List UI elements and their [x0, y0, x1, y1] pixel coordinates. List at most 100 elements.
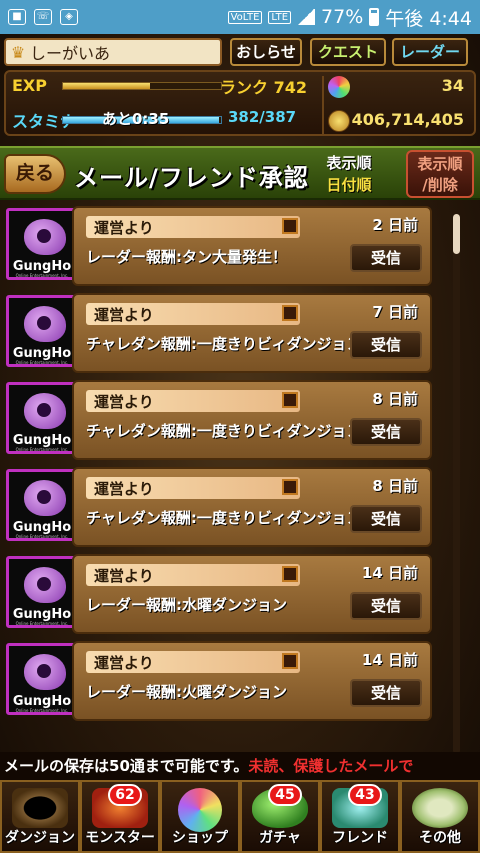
mail-subject: チャレダン報酬:一度きりビィダンジョン [86, 335, 362, 353]
rank-value: ランク 742 [220, 78, 307, 97]
blob-eye [37, 316, 51, 330]
magic-stone-icon [328, 76, 350, 98]
other-menu-icon [412, 788, 468, 828]
radar-button[interactable]: レーダー [392, 38, 468, 66]
sort-delete-line2: /削除 [422, 176, 458, 194]
avatar-brand: GungHo [12, 607, 72, 622]
mail-sender: 運営より [94, 567, 154, 585]
game-screen: ♛ しーがいあ おしらせ クエスト レーダー EXP ランク 742 スタミナ … [0, 34, 480, 853]
receive-button[interactable]: 受信 [350, 331, 422, 359]
mail-subject: レーダー報酬:火曜ダンジョン [86, 683, 287, 701]
clock: 午後 4:44 [385, 7, 472, 30]
nav-monster[interactable]: 62 モンスター [80, 780, 160, 853]
mail-item[interactable]: GungHo Online Entertainment, Inc. 運営より 8 … [6, 380, 436, 460]
sender-box: 運営より [86, 564, 300, 586]
sender-box: 運営より [86, 477, 300, 499]
mail-plate: 運営より 8 日前 チャレダン報酬:一度きりビィダンジョン 受信 [72, 467, 432, 547]
stamina-timer: あと0:35 [102, 110, 170, 128]
mail-item[interactable]: GungHo Online Entertainment, Inc. 運営より 14… [6, 554, 436, 634]
ticker-warning: 未読、保護したメールで [248, 757, 414, 775]
notice-ticker: メールの保存は50通まで可能です。未読、保護したメールで [0, 752, 480, 780]
receive-button[interactable]: 受信 [350, 244, 422, 272]
receive-button[interactable]: 受信 [350, 418, 422, 446]
stamina-value: 382/387 [228, 108, 297, 126]
stats-divider [322, 76, 324, 134]
mail-subject: レーダー報酬:水曜ダンジョン [86, 596, 287, 614]
mail-box-icon [282, 392, 298, 408]
player-name: しーがいあ [30, 44, 111, 63]
mail-sender: 運営より [94, 306, 154, 324]
nav-label: ダンジョン [5, 830, 75, 846]
title-bar: 戻る メール/フレンド承認 表示順 日付順 表示順 /削除 [0, 146, 480, 200]
magic-stone-count: 34 [441, 76, 464, 95]
shield-icon: ◈ [60, 9, 78, 25]
sender-box: 運営より [86, 390, 300, 412]
receive-button[interactable]: 受信 [350, 592, 422, 620]
exp-bar-fill [63, 83, 150, 89]
sender-avatar: GungHo Online Entertainment, Inc. [6, 556, 78, 628]
back-button[interactable]: 戻る [4, 154, 66, 194]
notification-icon: ■ [8, 9, 26, 25]
signal-icon [297, 9, 316, 25]
sort-order-display: 表示順 日付順 [318, 152, 380, 196]
mail-item[interactable]: GungHo Online Entertainment, Inc. 運営より 8 … [6, 467, 436, 547]
mail-age: 14 日前 [361, 651, 418, 669]
blob-eye [37, 664, 51, 678]
battery-icon [369, 8, 380, 26]
mail-item[interactable]: GungHo Online Entertainment, Inc. 運営より 7 … [6, 293, 436, 373]
sender-avatar: GungHo Online Entertainment, Inc. [6, 295, 78, 367]
avatar-sub: Online Entertainment, Inc. [15, 534, 69, 539]
blob-eye [37, 490, 51, 504]
lte-indicator: LTE [268, 10, 292, 24]
wifi-calling-icon: ☏ [34, 9, 52, 25]
mail-item[interactable]: GungHo Online Entertainment, Inc. 運営より 14… [6, 641, 436, 721]
avatar-brand: GungHo [12, 259, 72, 274]
nav-shop[interactable]: ショップ [160, 780, 240, 853]
status-bar: ■ ☏ ◈ VoLTE LTE 77% 午後 4:44 [0, 0, 480, 34]
receive-button[interactable]: 受信 [350, 679, 422, 707]
sender-box: 運営より [86, 303, 300, 325]
stats-panel: EXP ランク 742 スタミナ あと0:35 382/387 34 406,7… [4, 70, 476, 136]
sender-box: 運営より [86, 216, 300, 238]
mail-list-scrollbar[interactable] [453, 214, 460, 754]
mail-box-icon [282, 653, 298, 669]
mail-box-icon [282, 479, 298, 495]
coin-count: 406,714,405 [351, 110, 464, 129]
notification-badge: 45 [268, 784, 302, 806]
nav-other[interactable]: その他 [400, 780, 480, 853]
mail-plate: 運営より 14 日前 レーダー報酬:水曜ダンジョン 受信 [72, 554, 432, 634]
sender-avatar: GungHo Online Entertainment, Inc. [6, 643, 78, 715]
mail-plate: 運営より 2 日前 レーダー報酬:タン大量発生！ 受信 [72, 206, 432, 286]
crown-icon: ♛ [10, 42, 26, 62]
avatar-brand: GungHo [12, 520, 72, 535]
sort-delete-line1: 表示順 [417, 155, 463, 173]
mail-age: 2 日前 [372, 216, 418, 234]
sender-avatar: GungHo Online Entertainment, Inc. [6, 469, 78, 541]
quest-button[interactable]: クエスト [310, 38, 386, 66]
player-name-box[interactable]: ♛ しーがいあ [4, 38, 222, 66]
ticker-text: メールの保存は50通まで可能です。 [4, 757, 249, 775]
nav-dungeon[interactable]: ダンジョン [0, 780, 80, 853]
notification-badge: 62 [108, 784, 142, 806]
exp-label: EXP [12, 76, 47, 95]
mail-sender: 運営より [94, 480, 154, 498]
avatar-brand: GungHo [12, 433, 72, 448]
nav-label: ショップ [172, 830, 228, 846]
nav-label: ガチャ [259, 830, 301, 846]
mail-sender: 運営より [94, 654, 154, 672]
sort-order-label: 表示順 [326, 154, 372, 172]
scroll-thumb[interactable] [453, 214, 460, 254]
mail-item[interactable]: GungHo Online Entertainment, Inc. 運営より 2 … [6, 206, 436, 286]
news-button[interactable]: おしらせ [230, 38, 302, 66]
receive-button[interactable]: 受信 [350, 505, 422, 533]
avatar-sub: Online Entertainment, Inc. [15, 621, 69, 626]
mail-box-icon [282, 218, 298, 234]
sender-avatar: GungHo Online Entertainment, Inc. [6, 208, 78, 280]
nav-label: その他 [419, 830, 461, 846]
nav-gacha[interactable]: 45 ガチャ [240, 780, 320, 853]
sort-delete-button[interactable]: 表示順 /削除 [406, 150, 474, 198]
bottom-nav: ダンジョン 62 モンスター ショップ 45 ガチャ 43 フレンド その他 [0, 780, 480, 853]
nav-friend[interactable]: 43 フレンド [320, 780, 400, 853]
blob-eye [37, 403, 51, 417]
magic-stone-shop-icon [178, 788, 222, 832]
